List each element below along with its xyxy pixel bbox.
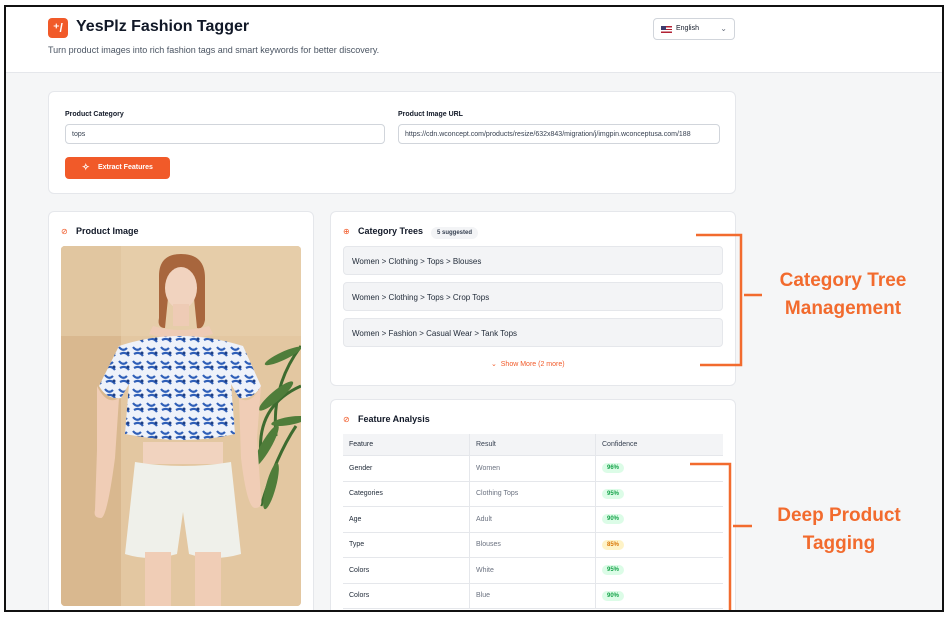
category-annotation: Category Tree Management <box>758 267 928 323</box>
category-annotation-line2: Management <box>784 298 902 319</box>
screenshot-frame: ⁺/ YesPlz Fashion Tagger Turn product im… <box>4 5 944 612</box>
tagging-annotation-line2: Tagging <box>802 533 876 554</box>
category-annotation-line1: Category Tree <box>779 270 907 291</box>
tagging-annotation-line1: Deep Product <box>777 505 901 526</box>
category-bracket <box>696 233 743 367</box>
tagging-bracket <box>690 462 732 610</box>
tagging-annotation: Deep Product Tagging <box>754 502 924 558</box>
